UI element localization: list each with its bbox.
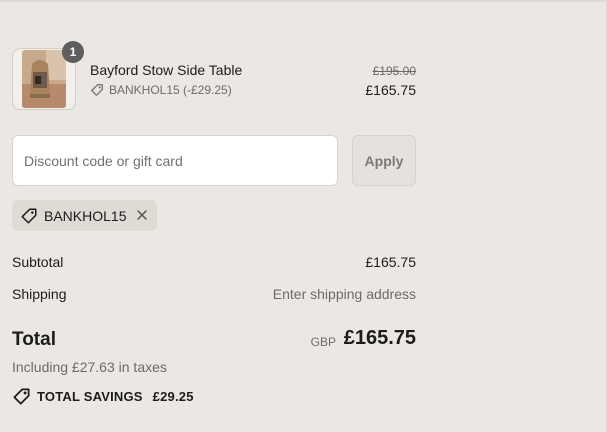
top-divider <box>0 0 607 2</box>
applied-discount-chip: BANKHOL15 <box>12 200 157 231</box>
product-name: Bayford Stow Side Table <box>90 62 243 78</box>
tag-icon <box>13 388 30 405</box>
tag-icon <box>21 208 37 223</box>
quantity-badge: 1 <box>62 41 84 63</box>
line-item: 1 Bayford Stow Side Table BANKHOL15 (-£2… <box>12 41 416 110</box>
total-label: Total <box>12 329 56 350</box>
shipping-label: Shipping <box>12 286 67 302</box>
tag-icon <box>91 84 103 96</box>
savings-label: TOTAL SAVINGS <box>37 389 143 404</box>
product-thumbnail: 1 <box>12 41 84 110</box>
original-price: £195.00 <box>372 64 416 78</box>
close-icon[interactable] <box>135 208 149 222</box>
total-value: £165.75 <box>343 327 416 349</box>
taxes-note: Including £27.63 in taxes <box>12 359 167 375</box>
subtotal-label: Subtotal <box>12 254 64 270</box>
product-discount: BANKHOL15 (-£29.25) <box>90 83 232 97</box>
product-discount-label: BANKHOL15 (-£29.25) <box>109 83 232 97</box>
subtotal-value: £165.75 <box>365 254 416 270</box>
discount-code-input[interactable] <box>12 135 338 186</box>
total-savings: TOTAL SAVINGS £29.25 <box>12 387 194 406</box>
currency-code: GBP <box>310 335 336 349</box>
apply-button[interactable]: Apply <box>352 135 416 186</box>
applied-code-label: BANKHOL15 <box>44 207 127 224</box>
savings-value: £29.25 <box>152 389 194 404</box>
discounted-price: £165.75 <box>365 82 416 98</box>
product-image <box>22 50 66 108</box>
shipping-value: Enter shipping address <box>272 286 416 302</box>
